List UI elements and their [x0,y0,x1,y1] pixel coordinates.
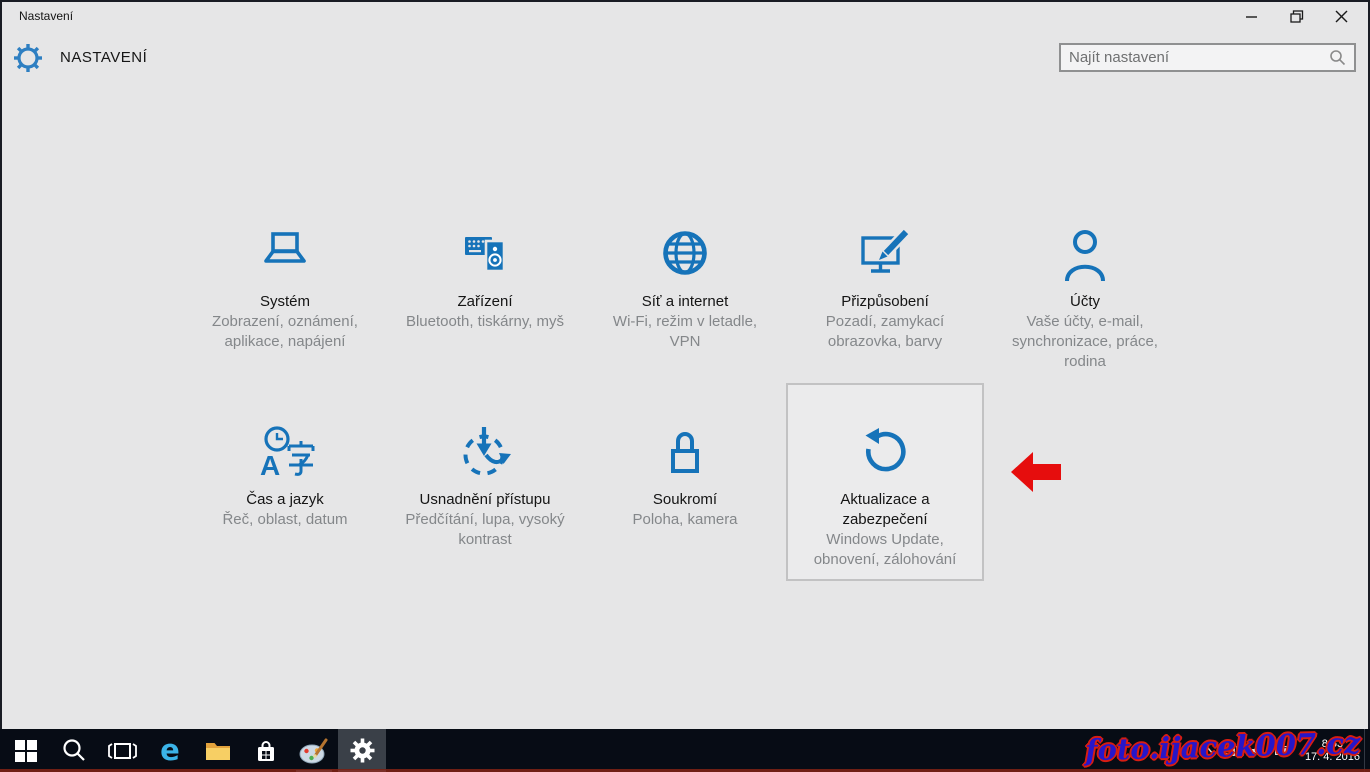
accounts-icon [1053,221,1117,285]
settings-taskbar-button[interactable] [338,729,386,772]
close-button[interactable] [1319,2,1364,31]
time-language-icon: A [253,419,317,483]
store-button[interactable] [242,729,290,772]
tile-accounts[interactable]: Účty Vaše účty, e-mail, synchronizace, p… [986,185,1184,383]
settings-gear-icon [13,43,43,78]
tile-subtitle: Vaše účty, e-mail, synchronizace, práce,… [997,312,1173,372]
window-controls [1229,2,1364,31]
restore-button[interactable] [1274,2,1319,31]
search-icon [61,738,87,764]
start-button[interactable] [2,729,50,772]
tile-privacy[interactable]: Soukromí Poloha, kamera [586,383,784,581]
restore-icon [1290,10,1304,23]
tile-subtitle: Windows Update, obnovení, zálohování [797,530,973,570]
photo-watermark: foto.ijacek007.cz :-) [1085,725,1370,767]
laptop-icon [253,221,317,285]
close-icon [1335,10,1348,23]
svg-text:A: A [260,450,280,481]
tile-subtitle: Zobrazení, oznámení, aplikace, napájení [197,312,373,352]
tile-devices[interactable]: Zařízení Bluetooth, tiskárny, myš [386,185,584,383]
search-input[interactable] [1061,49,1329,66]
tile-subtitle: Pozadí, zamykací obrazovka, barvy [797,312,973,352]
folder-icon [205,740,231,761]
search-icon[interactable] [1329,49,1346,66]
task-view-button[interactable] [98,729,146,772]
tile-title: Aktualizace a zabezpečení [797,490,973,530]
minimize-button[interactable] [1229,2,1274,31]
tile-subtitle: Řeč, oblast, datum [222,510,347,530]
page-title: NASTAVENÍ [60,49,147,66]
search-box [1059,43,1356,72]
tile-title: Usnadnění přístupu [420,490,551,510]
tile-subtitle: Bluetooth, tiskárny, myš [406,312,564,332]
red-left-arrow-icon [1011,452,1061,497]
tile-subtitle: Wi-Fi, režim v letadle, VPN [597,312,773,352]
window-title: Nastavení [19,9,73,23]
tile-title: Zařízení [457,292,512,312]
personalization-icon [853,221,917,285]
edge-button[interactable]: e [146,729,194,772]
tile-ease-of-access[interactable]: Usnadnění přístupu Předčítání, lupa, vys… [386,383,584,581]
file-explorer-button[interactable] [194,729,242,772]
paint-app-button[interactable] [290,729,338,772]
tile-title: Účty [1070,292,1100,312]
privacy-lock-icon [653,419,717,483]
desktop-screen: Nastavení NAST [0,0,1370,772]
tile-system[interactable]: Systém Zobrazení, oznámení, aplikace, na… [186,185,384,383]
tile-title: Čas a jazyk [246,490,324,510]
tile-title: Síť a internet [642,292,729,312]
tile-update-security[interactable]: Aktualizace a zabezpečení Windows Update… [786,383,984,581]
store-icon [254,738,278,764]
tile-title: Soukromí [653,490,717,510]
devices-icon [453,221,517,285]
tile-subtitle: Poloha, kamera [632,510,737,530]
minimize-icon [1245,10,1258,23]
tile-title: Přizpůsobení [841,292,929,312]
ease-of-access-icon [453,419,517,483]
tile-time-language[interactable]: A Čas a jazyk Řeč, oblast, datum [186,383,384,581]
update-security-icon [853,419,917,483]
tile-personalization[interactable]: Přizpůsobení Pozadí, zamykací obrazovka,… [786,185,984,383]
taskbar-search-button[interactable] [50,729,98,772]
tile-title: Systém [260,292,310,312]
tile-subtitle: Předčítání, lupa, vysoký kontrast [397,510,573,550]
windows-logo-icon [15,740,37,762]
task-view-icon [107,740,138,762]
globe-icon [653,221,717,285]
edge-icon: e [160,736,180,765]
tile-network[interactable]: Síť a internet Wi-Fi, režim v letadle, V… [586,185,784,383]
gear-icon [349,737,376,764]
paint-palette-icon [299,738,329,764]
